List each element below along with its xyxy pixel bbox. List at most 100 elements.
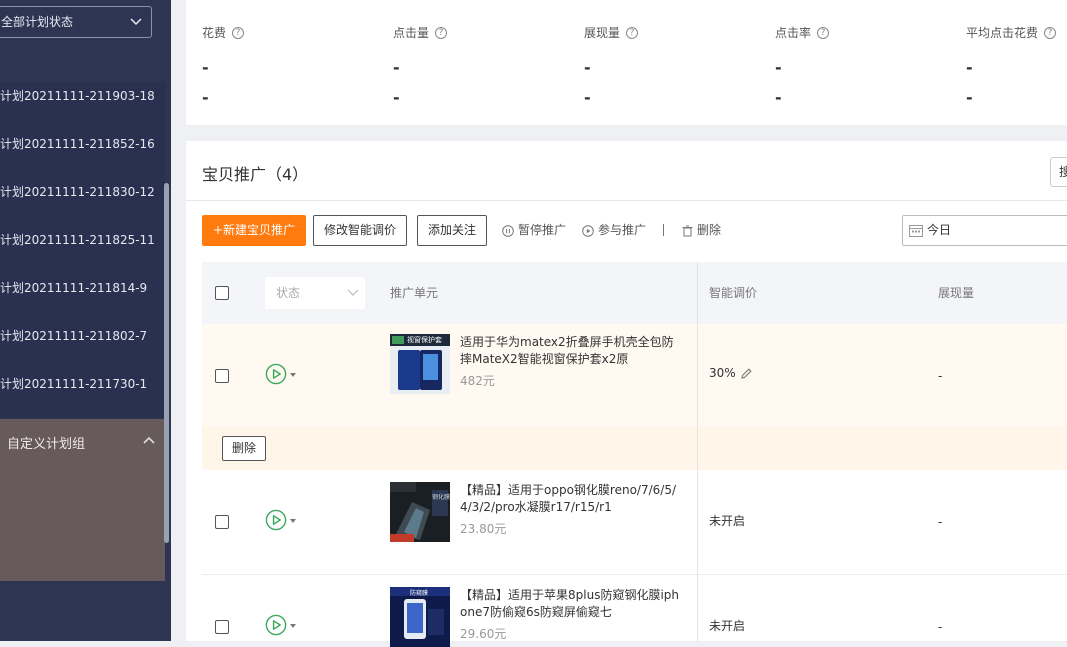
product-name-link[interactable]: 【精品】适用于苹果8plus防窥钢化膜iphone7防偷窥6s防窥屏偷窥七: [460, 587, 685, 621]
edit-pencil-icon[interactable]: [740, 367, 753, 380]
play-status-icon[interactable]: [265, 509, 287, 531]
date-picker[interactable]: 今日: [902, 215, 1067, 246]
product-price: 482元: [460, 374, 495, 388]
product-name-link[interactable]: 【精品】适用于oppo钢化膜reno/7/6/5/4/3/2/pro水凝膜r17…: [460, 482, 685, 516]
pause-icon: [502, 224, 514, 237]
help-icon[interactable]: ?: [817, 26, 830, 39]
smart-bid-text: 未开启: [709, 514, 746, 528]
caret-down-icon[interactable]: [290, 373, 296, 377]
plan-item-label: 计划20211111-211825-11: [0, 233, 155, 247]
play-icon: [582, 224, 594, 237]
column-divider: [697, 262, 698, 642]
item-promotion-panel: 宝贝推广（4） 搜 +新建宝贝推广 修改智能调价 添加关注 暂停推广 参与推广 …: [186, 141, 1067, 647]
new-item-promotion-button[interactable]: +新建宝贝推广: [202, 215, 307, 246]
impressions-value: -: [938, 369, 943, 383]
pause-promotion-label: 暂停推广: [518, 223, 567, 237]
smart-bid-value: 30%: [709, 366, 753, 380]
plan-item-label: 计划20211111-211802-7: [0, 329, 148, 343]
plan-item-label: 计划20211111-211852-16: [0, 137, 155, 151]
delete-button[interactable]: 删除: [682, 215, 721, 246]
plan-status-select[interactable]: 全部计划状态: [0, 6, 152, 38]
column-header-unit: 推广单元: [390, 286, 439, 300]
select-all-checkbox[interactable]: [215, 286, 229, 300]
sidebar: 全部计划状态 计划20211111-211903-18 计划20211111-2…: [0, 0, 171, 641]
thumbnail-text: 钢化膜: [432, 494, 450, 501]
stat-impressions: 展现量? - -: [584, 24, 639, 113]
custom-plan-group[interactable]: 自定义计划组: [0, 419, 165, 581]
plan-item-label: 计划20211111-211903-18: [0, 89, 155, 103]
smart-bid-value: 未开启: [709, 512, 745, 529]
stat-title: 花费: [202, 26, 227, 40]
row-checkbox[interactable]: [215, 369, 229, 383]
plan-item[interactable]: 计划20211111-211903-18: [0, 82, 165, 130]
plan-item[interactable]: 计划20211111-211802-7: [0, 322, 165, 370]
play-status-icon[interactable]: [265, 614, 287, 636]
thumbnail-text: 视窗保护套: [407, 336, 442, 344]
plan-item[interactable]: 计划20211111-211730-1: [0, 370, 165, 418]
impressions-value: -: [938, 620, 943, 634]
help-icon[interactable]: ?: [232, 26, 245, 39]
plan-item[interactable]: 计划20211111-211825-11: [0, 226, 165, 274]
toolbar-divider: [663, 224, 664, 236]
stat-compare-value: -: [202, 88, 209, 107]
product-thumbnail[interactable]: 钢化膜: [390, 482, 450, 542]
stat-compare-value: -: [584, 88, 591, 107]
delete-button[interactable]: 删除: [222, 436, 267, 461]
stat-title: 展现量: [584, 26, 621, 40]
divider: [186, 200, 1067, 201]
play-status-icon[interactable]: [265, 363, 287, 385]
stat-title: 平均点击花费: [966, 26, 1039, 40]
modify-smart-bid-button[interactable]: 修改智能调价: [313, 215, 408, 246]
stat-clicks: 点击量? - -: [393, 24, 448, 113]
status-filter-select[interactable]: 状态: [265, 277, 365, 309]
smart-bid-text: 30%: [709, 366, 736, 380]
table-row: 防窥膜 【精品】适用于苹果8plus防窥钢化膜iphone7防偷窥6s防窥屏偷窥…: [202, 575, 1067, 647]
stat-cost: 花费? - -: [202, 24, 245, 113]
stat-compare-value: -: [775, 88, 782, 107]
plan-item[interactable]: 计划20211111-211814-9: [0, 274, 165, 322]
stat-title: 点击率: [775, 26, 812, 40]
search-button[interactable]: 搜: [1050, 157, 1067, 187]
page-title: 宝贝推广（4）: [202, 165, 309, 184]
sidebar-scrollbar[interactable]: [164, 183, 169, 543]
date-picker-value: 今日: [927, 223, 952, 237]
smart-bid-value: 未开启: [709, 617, 745, 634]
chevron-up-icon[interactable]: [142, 434, 156, 446]
column-header-smart-bid: 智能调价: [709, 286, 758, 300]
row-checkbox[interactable]: [215, 515, 229, 529]
trash-icon: [682, 225, 693, 236]
stat-title: 点击量: [393, 26, 430, 40]
plan-status-select-value: 全部计划状态: [1, 15, 74, 29]
plan-item[interactable]: 计划20211111-211830-12: [0, 178, 165, 226]
plan-item-label: 计划20211111-211730-1: [0, 377, 148, 391]
product-thumbnail[interactable]: 防窥膜: [390, 587, 450, 647]
stat-compare-value: -: [393, 88, 400, 107]
calendar-icon: [909, 225, 923, 237]
chevron-down-icon: [130, 18, 142, 26]
pause-promotion-button[interactable]: 暂停推广: [502, 215, 566, 246]
help-icon[interactable]: ?: [626, 26, 639, 39]
impressions-value: -: [938, 515, 943, 529]
product-name-link[interactable]: 适用于华为matex2折叠屏手机壳全包防摔MateX2智能视窗保护套x2原: [460, 334, 685, 368]
chevron-down-icon: [347, 289, 359, 296]
plan-item-label: 计划20211111-211830-12: [0, 185, 155, 199]
product-thumbnail[interactable]: 视窗保护套: [390, 334, 450, 394]
table-row: 视窗保护套 适用于华为matex2折叠屏手机壳全包防摔MateX2智能视窗保护套…: [202, 324, 1067, 426]
status-filter-label: 状态: [276, 286, 301, 300]
stats-panel: 花费? - - 点击量? - - 展现量? - - 点击率? - - 平均点击花…: [186, 0, 1067, 125]
batch-action-bar: 删除: [202, 426, 1067, 470]
join-promotion-button[interactable]: 参与推广: [582, 215, 646, 246]
column-header-impressions: 展现量: [938, 286, 975, 300]
row-checkbox[interactable]: [215, 620, 229, 634]
add-follow-button[interactable]: 添加关注: [417, 215, 488, 246]
help-icon[interactable]: ?: [435, 26, 448, 39]
plan-item[interactable]: 计划20211111-211852-16: [0, 130, 165, 178]
help-icon[interactable]: ?: [1044, 26, 1057, 39]
thumbnail-text: 防窥膜: [410, 590, 429, 597]
caret-down-icon[interactable]: [290, 624, 296, 628]
plan-list: 计划20211111-211903-18 计划20211111-211852-1…: [0, 82, 165, 418]
product-price: 23.80元: [460, 522, 507, 536]
stat-value: -: [202, 58, 209, 77]
caret-down-icon[interactable]: [290, 519, 296, 523]
table-header: 状态 推广单元 智能调价 展现量: [202, 262, 1067, 324]
